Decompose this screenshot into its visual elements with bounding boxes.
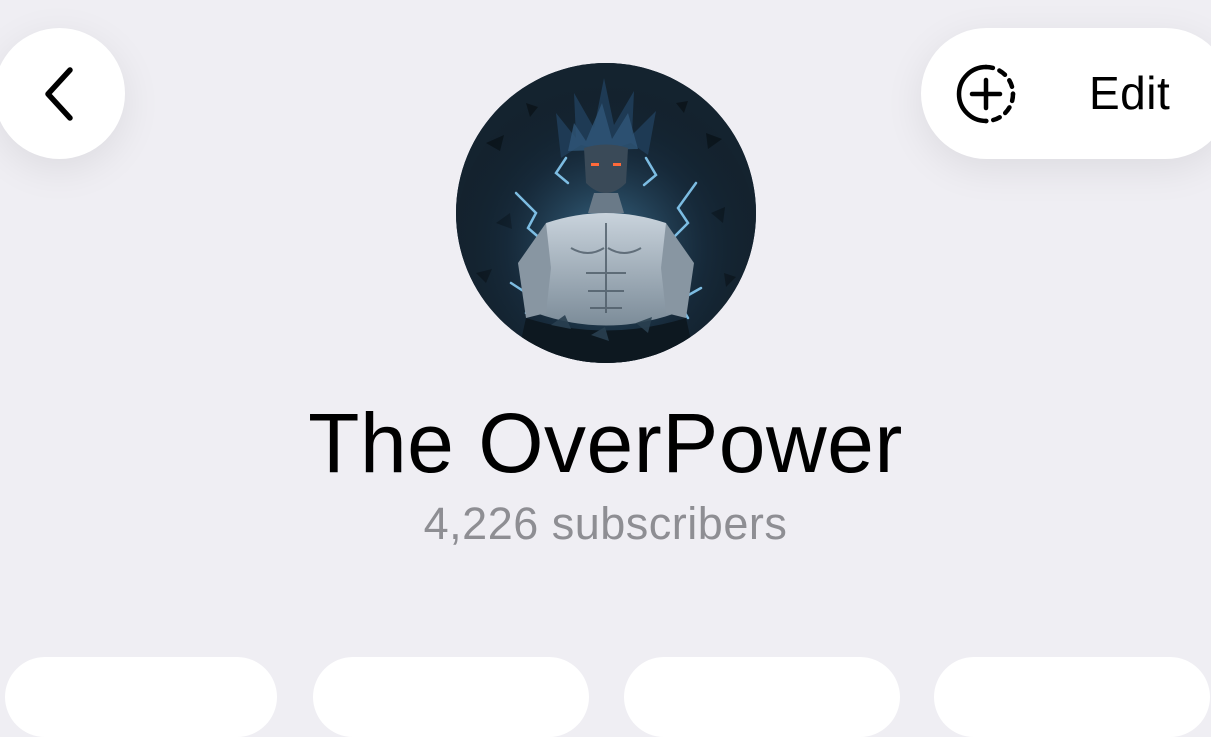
action-card-3[interactable] [624, 657, 900, 737]
channel-name: The OverPower [308, 396, 903, 490]
channel-avatar[interactable] [456, 63, 756, 363]
avatar-illustration [456, 63, 756, 363]
action-card-2[interactable] [313, 657, 589, 737]
back-button[interactable] [0, 28, 125, 159]
subscriber-count: 4,226 subscribers [423, 498, 788, 549]
edit-button[interactable]: Edit [1089, 28, 1170, 159]
action-card-1[interactable] [5, 657, 277, 737]
action-card-4[interactable] [934, 657, 1210, 737]
chevron-left-icon [44, 66, 73, 121]
add-story-button[interactable] [955, 63, 1017, 125]
top-actions-pill: Edit [921, 28, 1211, 159]
add-story-icon [956, 64, 1016, 124]
